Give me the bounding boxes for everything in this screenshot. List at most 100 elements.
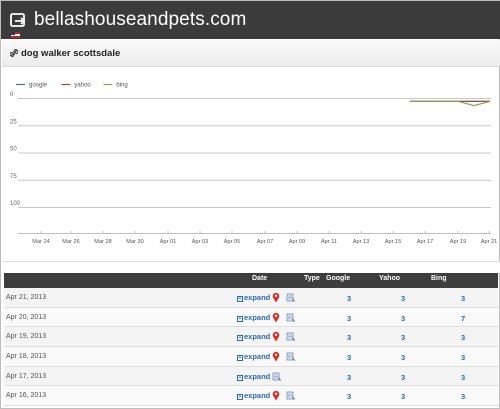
- news-icon[interactable]: [286, 391, 295, 401]
- x-tick-label: Apr 13: [353, 239, 369, 245]
- table-row[interactable]: Apr 21, 2013 + expand 3 3 3: [4, 288, 498, 308]
- keyword-title: dog walker scottsdale: [21, 48, 121, 59]
- expand-plus-icon: +: [237, 335, 243, 342]
- x-tick-label: Mar 24: [32, 239, 49, 245]
- bing-rank-link[interactable]: 3: [461, 392, 465, 401]
- google-rank-link[interactable]: 3: [347, 294, 351, 303]
- expand-label: expand: [244, 293, 271, 302]
- expand-label: expand: [244, 371, 271, 381]
- row-date: Apr 16, 2013: [6, 392, 47, 400]
- expand-plus-icon: +: [237, 355, 243, 362]
- x-tick-label: Apr 05: [224, 239, 240, 245]
- bing-rank-link[interactable]: 3: [461, 294, 465, 303]
- x-tick-label: Apr 17: [417, 239, 433, 245]
- expand-link[interactable]: + expand: [237, 313, 270, 322]
- news-icon[interactable]: [272, 372, 281, 381]
- row-date: Apr 17, 2013: [6, 372, 47, 380]
- expand-link[interactable]: + expand: [237, 332, 271, 342]
- google-rank-link[interactable]: 3: [347, 353, 351, 362]
- news-icon[interactable]: [286, 293, 295, 302]
- header-date[interactable]: Date: [252, 275, 267, 282]
- site-title: bellashouseandpets.com: [34, 9, 247, 30]
- app-frame: bellashouseandpets.com dog walker scotts…: [0, 0, 500, 409]
- yahoo-rank-link[interactable]: 3: [401, 333, 405, 342]
- expand-label: expand: [244, 352, 271, 362]
- y-tick-label: 25: [10, 119, 17, 125]
- x-tick-label: Mar 28: [94, 239, 111, 245]
- expand-link[interactable]: + expand: [237, 372, 270, 381]
- expand-label: expand: [244, 391, 271, 401]
- bing-rank-link[interactable]: 3: [461, 373, 465, 382]
- table-spacer: [2, 261, 500, 273]
- legend-label-bing[interactable]: bing: [116, 83, 127, 89]
- plot-area: [18, 88, 491, 240]
- x-tick-label: Mar 26: [62, 239, 79, 245]
- expand-link[interactable]: + expand: [237, 293, 270, 302]
- yahoo-rank-link[interactable]: 3: [401, 294, 405, 303]
- table-body: Apr 21, 2013 + expand 3 3 3 Apr 20, 2013 + expan…: [4, 288, 498, 407]
- external-link-icon[interactable]: [10, 12, 26, 28]
- header-yahoo[interactable]: Yahoo: [379, 275, 400, 282]
- series-line-bing[interactable]: [409, 100, 491, 107]
- expand-link[interactable]: + expand: [237, 391, 271, 401]
- bing-rank-link[interactable]: 3: [461, 353, 465, 362]
- y-tick-label: 100: [10, 201, 21, 207]
- expand-label: expand: [244, 312, 271, 322]
- y-tick-label: 0: [10, 92, 14, 98]
- header-bing[interactable]: Bing: [431, 275, 447, 282]
- table-row[interactable]: Apr 20, 2013 + expand 3 3 7: [4, 307, 498, 328]
- google-rank-link[interactable]: 3: [347, 373, 351, 382]
- rank-chart-svg: 0 25 50 75 100 Mar 24 Mar 26 Mar 28 Mar 30 Apr 01…: [10, 83, 497, 246]
- yahoo-rank-link[interactable]: 3: [401, 373, 405, 382]
- link-icon[interactable]: [10, 49, 18, 57]
- news-icon[interactable]: [286, 352, 295, 361]
- x-tick-label: Apr 21: [481, 239, 497, 245]
- yahoo-rank-link[interactable]: 3: [401, 392, 405, 401]
- expand-plus-icon: +: [237, 315, 243, 322]
- expand-link[interactable]: + expand: [237, 352, 271, 362]
- row-date: Apr 20, 2013: [6, 313, 47, 321]
- legend-label-yahoo[interactable]: yahoo: [74, 83, 91, 89]
- expand-plus-icon: +: [237, 296, 243, 302]
- bing-rank-link[interactable]: 3: [461, 333, 465, 342]
- table-row[interactable]: Apr 18, 2013 + expand 3 3 3: [4, 347, 498, 367]
- row-date: Apr 19, 2013: [6, 333, 47, 341]
- keyword-bar: dog walker scottsdale: [2, 40, 500, 67]
- table-header: Date Type Google Yahoo Bing: [4, 273, 498, 288]
- news-icon[interactable]: [286, 332, 295, 342]
- table-row[interactable]: Apr 19, 2013 + expand 3 3 3: [4, 327, 498, 348]
- map-pin-icon[interactable]: [272, 351, 280, 362]
- expand-label: expand: [244, 332, 271, 342]
- map-pin-icon[interactable]: [272, 331, 280, 342]
- expand-plus-icon: +: [237, 394, 243, 401]
- y-tick-label: 50: [10, 147, 17, 153]
- table-row[interactable]: Apr 17, 2013 + expand 3 3 3: [4, 366, 498, 387]
- x-tick-label: Apr 09: [289, 239, 305, 245]
- x-tick-label: Apr 11: [321, 239, 337, 245]
- us-flag-icon: [11, 32, 20, 38]
- news-icon[interactable]: [286, 313, 295, 322]
- google-rank-link[interactable]: 3: [347, 333, 351, 342]
- header-google[interactable]: Google: [326, 275, 350, 282]
- google-rank-link[interactable]: 3: [347, 314, 351, 323]
- expand-plus-icon: +: [237, 374, 243, 381]
- site-header: bellashouseandpets.com: [1, 1, 500, 39]
- yahoo-rank-link[interactable]: 3: [401, 353, 405, 362]
- row-date: Apr 18, 2013: [6, 353, 47, 361]
- header-type[interactable]: Type: [304, 275, 320, 282]
- map-pin-icon[interactable]: [272, 292, 280, 303]
- map-pin-icon[interactable]: [272, 390, 280, 401]
- table-row[interactable]: Apr 16, 2013 + expand 3 3 3: [4, 386, 498, 407]
- x-tick-label: Apr 07: [257, 239, 273, 245]
- map-pin-icon[interactable]: [272, 312, 280, 323]
- legend-label-google[interactable]: google: [29, 83, 48, 89]
- y-tick-label: 75: [10, 174, 17, 180]
- x-tick-label: Apr 15: [385, 239, 401, 245]
- yahoo-rank-link[interactable]: 3: [401, 314, 405, 323]
- row-date: Apr 21, 2013: [6, 294, 47, 301]
- google-rank-link[interactable]: 3: [347, 392, 351, 401]
- x-tick-label: Mar 30: [126, 239, 143, 245]
- rank-chart: 0 25 50 75 100 Mar 24 Mar 26 Mar 28 Mar 30 Apr 01…: [2, 68, 500, 324]
- bing-rank-link[interactable]: 7: [461, 314, 465, 323]
- x-tick-label: Apr 03: [192, 239, 208, 245]
